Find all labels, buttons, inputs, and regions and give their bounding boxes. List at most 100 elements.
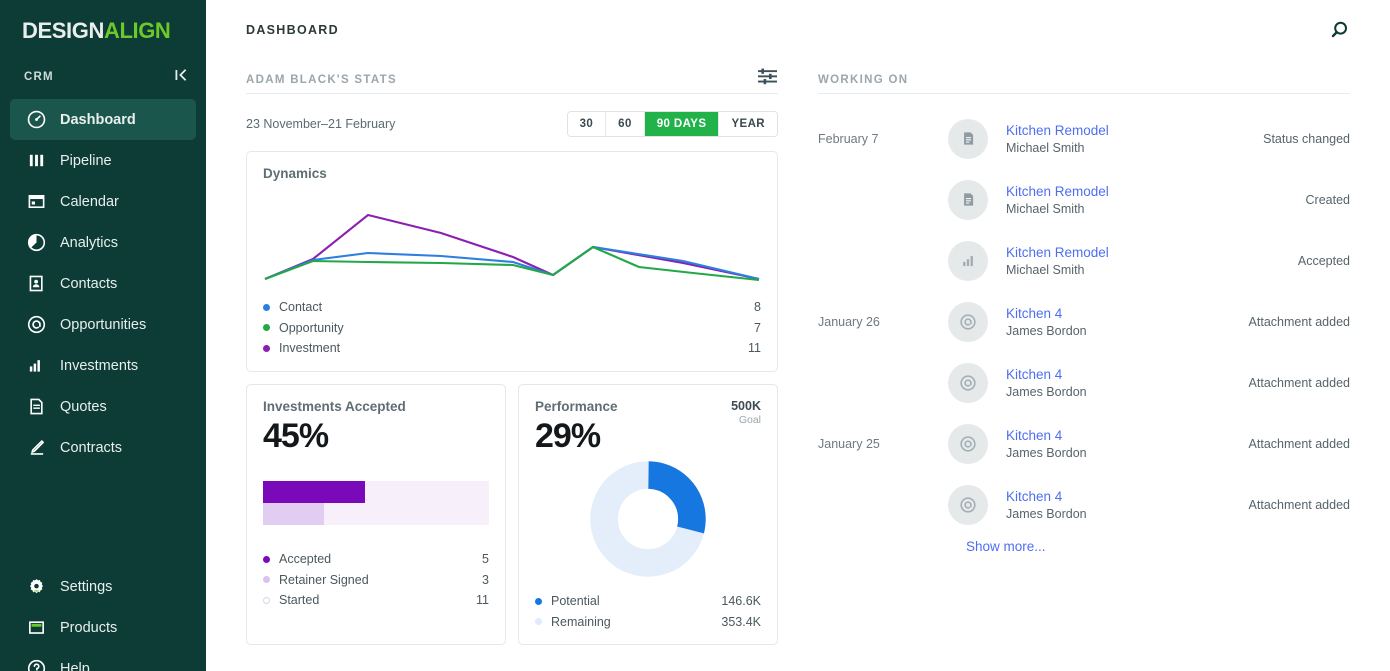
sidebar-item-products[interactable]: Products xyxy=(10,607,196,648)
app-root: DESIGNALIGN CRM Dashboard Pipeline Calen… xyxy=(0,0,1390,671)
show-more-link[interactable]: Show more... xyxy=(966,535,1350,554)
working-on-section-header: WORKING ON xyxy=(818,60,1350,94)
sidebar-item-pipeline[interactable]: Pipeline xyxy=(10,140,196,181)
legend-label: Accepted xyxy=(279,552,332,567)
row-title-link[interactable]: Kitchen Remodel xyxy=(1006,123,1263,138)
row-date: February 7 xyxy=(818,131,879,146)
sidebar-item-opportunities[interactable]: Opportunities xyxy=(10,304,196,345)
performance-percent: 29% xyxy=(535,416,601,455)
mini-cards-row: Investments Accepted 45% Accepted 5 Reta… xyxy=(246,383,778,645)
sidebar-section-header: CRM xyxy=(0,44,206,85)
row-title-link[interactable]: Kitchen 4 xyxy=(1006,489,1249,504)
series-investment-line xyxy=(264,213,760,281)
sidebar-item-help[interactable]: Help xyxy=(10,648,196,671)
legend-label: Contact xyxy=(279,300,323,315)
target-icon xyxy=(948,484,988,525)
help-icon xyxy=(26,659,46,671)
target-icon xyxy=(26,315,46,335)
stats-section-title: ADAM BLACK'S STATS xyxy=(246,74,397,86)
legend-label: Investment xyxy=(279,341,341,356)
legend-label: Remaining xyxy=(551,614,611,629)
stats-column: ADAM BLACK'S STATS 23 November–21 Februa… xyxy=(246,60,778,645)
working-on-list: February 7 Kitchen Remodel Michael Smith… xyxy=(818,108,1350,554)
sidebar-item-settings[interactable]: Settings xyxy=(10,566,196,607)
sidebar-item-dashboard[interactable]: Dashboard xyxy=(10,99,196,140)
working-on-section-title: WORKING ON xyxy=(818,74,909,86)
legend-label: Opportunity xyxy=(279,320,344,335)
document-icon xyxy=(948,118,988,159)
working-on-row[interactable]: Kitchen Remodel Michael Smith Accepted xyxy=(818,230,1350,291)
sidebar-item-investments[interactable]: Investments xyxy=(10,345,196,386)
legend-item: Contact 8 xyxy=(263,297,761,318)
row-person: James Bordon xyxy=(1006,445,1087,460)
row-status: Created xyxy=(1305,192,1350,207)
sidebar-item-label: Settings xyxy=(60,578,113,595)
calendar-icon xyxy=(26,192,46,212)
performance-card: Performance 29% 500K Goal Potential 146.… xyxy=(518,383,778,645)
row-date: January 25 xyxy=(818,436,880,451)
sidebar-item-label: Pipeline xyxy=(60,152,112,169)
legend-value: 11 xyxy=(748,341,761,356)
range-option-90days[interactable]: 90 DAYS xyxy=(644,112,720,136)
sidebar-item-contacts[interactable]: Contacts xyxy=(10,263,196,304)
search-icon[interactable] xyxy=(1328,19,1350,41)
working-on-row[interactable]: January 26 Kitchen 4 James Bordon Attach… xyxy=(818,291,1350,352)
investments-percent: 45% xyxy=(263,416,329,455)
row-person: Michael Smith xyxy=(1006,201,1085,216)
sidebar: DESIGNALIGN CRM Dashboard Pipeline Calen… xyxy=(0,0,206,671)
row-title-link[interactable]: Kitchen Remodel xyxy=(1006,184,1306,199)
row-status: Accepted xyxy=(1297,253,1350,268)
sidebar-item-analytics[interactable]: Analytics xyxy=(10,222,196,263)
row-text: Kitchen Remodel Michael Smith xyxy=(1006,123,1263,155)
performance-title: Performance xyxy=(535,398,618,414)
range-option-year[interactable]: YEAR xyxy=(719,112,777,136)
working-on-row[interactable]: Kitchen 4 James Bordon Attachment added xyxy=(818,352,1350,413)
collapse-sidebar-icon[interactable] xyxy=(174,68,188,85)
performance-goal: 500K Goal xyxy=(731,399,761,426)
row-text: Kitchen 4 James Bordon xyxy=(1006,489,1249,521)
investments-accepted-card: Investments Accepted 45% Accepted 5 Reta… xyxy=(246,383,506,645)
row-title-link[interactable]: Kitchen 4 xyxy=(1006,306,1249,321)
pipeline-icon xyxy=(26,151,46,171)
sidebar-item-label: Help xyxy=(60,660,90,671)
legend-item: Started 11 xyxy=(263,590,489,611)
sidebar-nav: Dashboard Pipeline Calendar Analytics Co… xyxy=(0,99,206,468)
legend-item: Retainer Signed 3 xyxy=(263,569,489,590)
main-content: DASHBOARD ADAM BLACK'S STATS 23 November… xyxy=(206,0,1390,671)
row-person: Michael Smith xyxy=(1006,140,1085,155)
legend-value: 3 xyxy=(482,572,489,587)
brand-logo[interactable]: DESIGNALIGN xyxy=(0,0,206,44)
working-on-row[interactable]: Kitchen 4 James Bordon Attachment added xyxy=(818,474,1350,535)
performance-header: Performance 29% 500K Goal xyxy=(535,399,761,455)
target-icon xyxy=(948,301,988,342)
row-title-link[interactable]: Kitchen 4 xyxy=(1006,367,1249,382)
row-text: Kitchen Remodel Michael Smith xyxy=(1006,245,1298,277)
row-title-link[interactable]: Kitchen Remodel xyxy=(1006,245,1298,260)
row-person: James Bordon xyxy=(1006,323,1087,338)
sidebar-item-calendar[interactable]: Calendar xyxy=(10,181,196,222)
working-on-row[interactable]: February 7 Kitchen Remodel Michael Smith… xyxy=(818,108,1350,169)
bar-fill-accepted xyxy=(263,480,365,503)
range-option-30[interactable]: 30 xyxy=(567,112,607,136)
brand-logo-part2: ALIGN xyxy=(103,18,171,43)
legend-label: Retainer Signed xyxy=(279,572,369,587)
sidebar-item-quotes[interactable]: Quotes xyxy=(10,386,196,427)
filter-sliders-icon[interactable] xyxy=(758,68,778,86)
working-on-row[interactable]: Kitchen Remodel Michael Smith Created xyxy=(818,169,1350,230)
row-person: James Bordon xyxy=(1006,506,1087,521)
dynamics-legend: Contact 8 Opportunity 7 Investment 11 xyxy=(263,297,761,359)
goal-value: 500K xyxy=(731,398,761,413)
working-on-column: WORKING ON February 7 Kitchen Remodel Mi… xyxy=(778,60,1350,645)
sidebar-nav-bottom: Settings Products Help xyxy=(0,566,206,671)
row-title-link[interactable]: Kitchen 4 xyxy=(1006,428,1249,443)
legend-label: Started xyxy=(279,593,320,608)
sidebar-item-contracts[interactable]: Contracts xyxy=(10,427,196,468)
donut-potential-arc xyxy=(590,461,706,577)
working-on-row[interactable]: January 25 Kitchen 4 James Bordon Attach… xyxy=(818,413,1350,474)
investments-title: Investments Accepted xyxy=(263,398,406,414)
legend-item: Remaining 353.4K xyxy=(535,611,761,632)
target-icon xyxy=(948,362,988,403)
range-option-60[interactable]: 60 xyxy=(606,112,645,136)
legend-item: Opportunity 7 xyxy=(263,318,761,339)
sidebar-item-label: Products xyxy=(60,619,118,636)
